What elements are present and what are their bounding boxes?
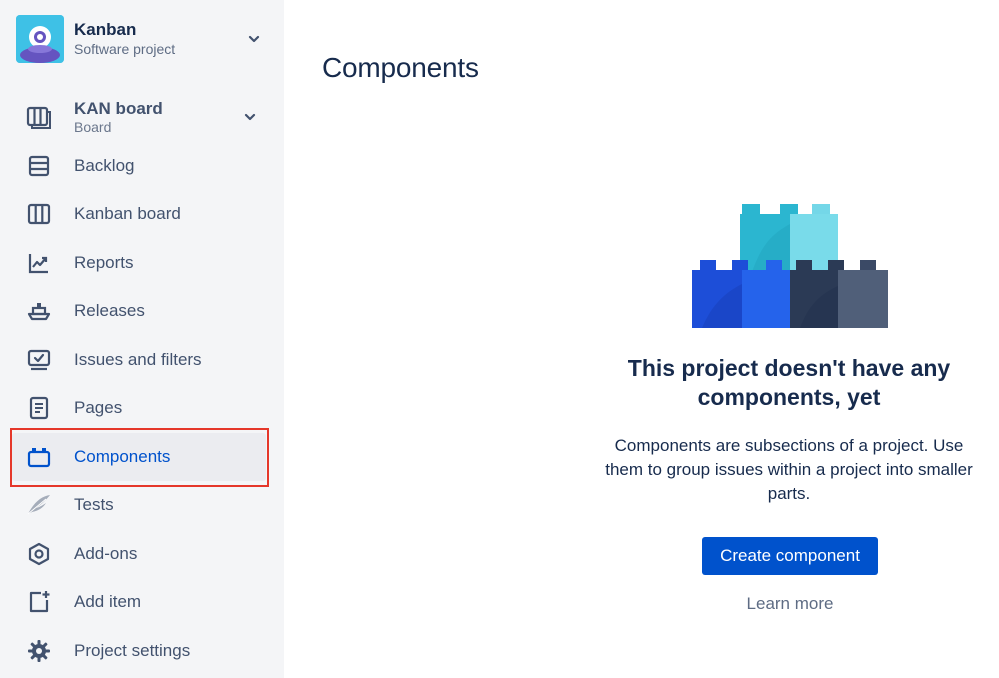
page-icon — [26, 395, 52, 421]
sidebar-item-label: Add item — [74, 592, 142, 611]
project-name: Kanban — [74, 20, 137, 39]
board-columns-icon — [26, 201, 52, 227]
sidebar-item-label: Kanban board — [74, 204, 181, 223]
board-type: Board — [74, 118, 112, 135]
wing-icon — [26, 492, 52, 518]
project-type: Software project — [74, 41, 176, 57]
components-icon — [26, 444, 52, 470]
board-name: KAN board — [74, 98, 163, 118]
sidebar-item-label: Pages — [74, 398, 123, 417]
sidebar-item-components[interactable]: Components — [12, 433, 266, 481]
project-avatar — [16, 15, 64, 63]
gear-icon — [26, 638, 52, 664]
learn-more-link[interactable]: Learn more — [702, 594, 878, 614]
empty-state-heading: This project doesn't have any components… — [627, 355, 951, 410]
sidebar-item-label: Reports — [74, 253, 134, 272]
issues-monitor-icon — [26, 347, 52, 373]
chevron-down-icon[interactable] — [238, 105, 262, 129]
components-bricks-illustration — [692, 204, 888, 328]
sidebar-item-backlog[interactable]: Backlog — [12, 142, 266, 190]
sidebar-item-label: Add-ons — [74, 544, 138, 563]
sidebar-item-pages[interactable]: Pages — [12, 384, 266, 432]
sidebar-item-releases[interactable]: Releases — [12, 287, 266, 335]
sidebar-item-label: Components — [74, 447, 171, 466]
main-content: Components This project doesn't have any… — [284, 0, 999, 678]
board-icon — [26, 104, 52, 130]
page-title: Components — [322, 52, 479, 83]
chevron-down-icon[interactable] — [242, 27, 266, 51]
project-switcher[interactable]: Kanban Software project — [16, 14, 266, 64]
sidebar-item-add-ons[interactable]: Add-ons — [12, 530, 266, 578]
sidebar-item-tests[interactable]: Tests — [12, 481, 266, 529]
sidebar-item-label: Backlog — [74, 156, 135, 175]
add-item-icon — [26, 589, 52, 615]
sidebar-item-kanban-board[interactable]: Kanban board — [12, 190, 266, 238]
sidebar-item-label: Project settings — [74, 641, 191, 660]
hexagon-icon — [26, 541, 52, 567]
project-sidebar: Kanban Software project KAN board Board … — [0, 0, 284, 678]
sidebar-item-label: Releases — [74, 301, 145, 320]
sidebar-item-add-item[interactable]: Add item — [12, 578, 266, 626]
sidebar-item-label: Issues and filters — [74, 350, 202, 369]
sidebar-item-issues-and-filters[interactable]: Issues and filters — [12, 336, 266, 384]
empty-state-description: Components are subsections of a project.… — [605, 436, 973, 503]
reports-chart-icon — [26, 250, 52, 276]
board-switcher[interactable]: KAN board Board — [12, 94, 266, 140]
sidebar-item-label: Tests — [74, 495, 114, 514]
sidebar-item-project-settings[interactable]: Project settings — [12, 627, 266, 675]
sidebar-item-reports[interactable]: Reports — [12, 239, 266, 287]
create-component-button[interactable]: Create component — [702, 537, 878, 575]
backlog-icon — [26, 153, 52, 179]
ship-icon — [26, 298, 52, 324]
